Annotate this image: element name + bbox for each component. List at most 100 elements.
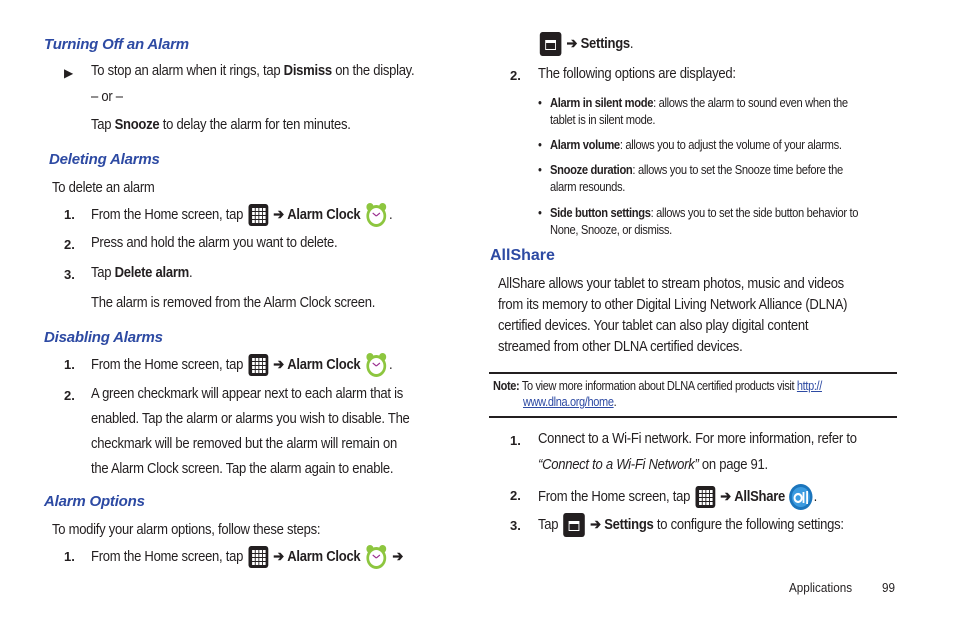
text: . xyxy=(813,488,818,505)
step-number: 1. xyxy=(510,433,521,448)
dismiss-label: Dismiss xyxy=(283,63,332,79)
arrow-icon: ➔ xyxy=(273,356,284,373)
option-alarm-in-silent-mode: Alarm in silent mode: allows the alarm t… xyxy=(550,95,848,110)
option-desc: : allows the alarm to sound even when th… xyxy=(653,95,848,110)
grid-dot xyxy=(702,490,706,493)
grid-dot xyxy=(255,358,259,361)
grid-dot xyxy=(262,362,266,365)
bullet-dot: • xyxy=(538,162,542,177)
text: to configure the following settings: xyxy=(653,516,844,533)
allshare-step-1-ref: “Connect to a Wi-Fi Network” on page 91. xyxy=(538,457,768,473)
note-line-2: www.dlna.org/home. xyxy=(523,395,617,409)
option-name: Alarm in silent mode xyxy=(550,95,654,110)
step-number: 2. xyxy=(510,488,521,503)
disabling-step-1: From the Home screen, tap ➔ Alarm Clock … xyxy=(91,352,393,378)
note-top-rule xyxy=(489,372,897,374)
alarm-clock-icon xyxy=(366,545,387,569)
allshare-label: AllShare xyxy=(734,488,786,505)
apps-grid-icon xyxy=(248,204,269,226)
note-label: Note: xyxy=(493,379,520,393)
allshare-para-line: AllShare allows your tablet to stream ph… xyxy=(498,276,844,292)
grid-dot xyxy=(259,562,262,565)
deleting-step-2: Press and hold the alarm you want to del… xyxy=(91,235,338,251)
step-number: 1. xyxy=(64,357,75,372)
text: to delay the alarm for ten minutes. xyxy=(159,117,351,133)
grid-dot xyxy=(259,550,262,553)
heading-deleting-alarms: Deleting Alarms xyxy=(49,151,160,168)
arrow-icon: ➔ xyxy=(392,548,404,565)
grid-dot xyxy=(706,498,709,501)
footer-section: Applications xyxy=(789,580,853,595)
grid-dot xyxy=(255,558,259,561)
options-displayed: The following options are displayed: xyxy=(538,66,736,82)
grid-dot xyxy=(262,554,266,557)
grid-dot xyxy=(255,370,259,373)
text: . xyxy=(629,35,634,52)
grid-dot xyxy=(255,562,259,565)
allshare-step-2: From the Home screen, tap ➔ AllShare . xyxy=(538,483,817,511)
grid-dot xyxy=(251,558,255,561)
option-name: Alarm volume xyxy=(550,137,620,152)
disabling-step-2-line: the Alarm Clock screen. Tap the alarm ag… xyxy=(91,461,394,477)
text: From the Home screen, tap xyxy=(91,206,247,223)
alarm-clock-icon xyxy=(366,353,387,377)
text: Tap xyxy=(91,117,115,133)
bullet-dot: • xyxy=(538,95,542,110)
text: From the Home screen, tap xyxy=(91,548,247,565)
option-desc-line2: None, Snooze, or dismiss. xyxy=(550,222,672,237)
heading-disabling-alarms: Disabling Alarms xyxy=(44,329,163,346)
option-desc-line2: alarm resounds. xyxy=(550,179,626,194)
grid-dot xyxy=(251,562,255,565)
arrow-icon: ➔ xyxy=(566,35,578,52)
or-separator: – or – xyxy=(91,89,123,105)
grid-dot xyxy=(259,208,262,211)
dlna-link[interactable]: www.dlna.org/home xyxy=(523,395,614,409)
grid-dot xyxy=(259,558,262,561)
dlna-link[interactable]: http:// xyxy=(797,379,822,393)
grid-dot xyxy=(259,370,262,373)
note-line-1: Note: To view more information about DLN… xyxy=(493,379,822,393)
step-number: 1. xyxy=(64,207,75,222)
grid-dot xyxy=(251,212,255,215)
text: on page 91. xyxy=(698,457,768,473)
grid-dot xyxy=(262,358,266,361)
arrow-icon: ➔ xyxy=(273,548,284,565)
grid-dot xyxy=(251,554,255,557)
grid-dot xyxy=(709,498,713,501)
grid-dot xyxy=(262,370,266,373)
text: . xyxy=(188,265,193,281)
grid-dot xyxy=(698,494,702,497)
note-text: To view more information about DLNA cert… xyxy=(519,379,797,393)
alarm-clock-label: Alarm Clock xyxy=(287,548,361,565)
text: on the display. xyxy=(331,63,415,79)
deleting-result: The alarm is removed from the Alarm Cloc… xyxy=(91,295,376,311)
allshare-step-3: Tap ➔ Settings to configure the followin… xyxy=(538,513,844,537)
grid-dot xyxy=(262,550,266,553)
arrow-icon: ➔ xyxy=(720,488,731,505)
grid-dot xyxy=(255,550,259,553)
grid-dot xyxy=(262,558,266,561)
heading-allshare: AllShare xyxy=(490,247,555,264)
text: To stop an alarm when it rings, tap xyxy=(91,63,284,79)
grid-dot xyxy=(251,362,255,365)
grid-dot xyxy=(251,358,255,361)
grid-dot xyxy=(255,208,259,211)
option-alarm-volume: Alarm volume: allows you to adjust the v… xyxy=(550,137,842,152)
grid-dot xyxy=(259,362,262,365)
settings-continuation: ➔ Settings. xyxy=(538,32,634,56)
grid-dot xyxy=(255,212,259,215)
deleting-step-3: Tap Delete alarm. xyxy=(91,265,193,281)
grid-dot xyxy=(259,366,262,369)
triangle-bullet-icon: ▶ xyxy=(64,66,74,80)
text: . xyxy=(388,356,393,373)
settings-label: Settings xyxy=(580,35,631,52)
grid-dot xyxy=(262,216,266,219)
grid-dot xyxy=(255,366,259,369)
arrow-icon: ➔ xyxy=(273,206,284,223)
wifi-network-reference[interactable]: “Connect to a Wi-Fi Network” xyxy=(538,457,699,473)
deleting-step-1: From the Home screen, tap ➔ Alarm Clock … xyxy=(91,202,393,228)
allshare-step-1: Connect to a Wi-Fi network. For more inf… xyxy=(538,431,857,447)
alarm-clock-icon xyxy=(366,203,387,227)
text: . xyxy=(388,206,393,223)
disabling-step-2-line: enabled. Tap the alarm or alarms you wis… xyxy=(91,411,410,427)
